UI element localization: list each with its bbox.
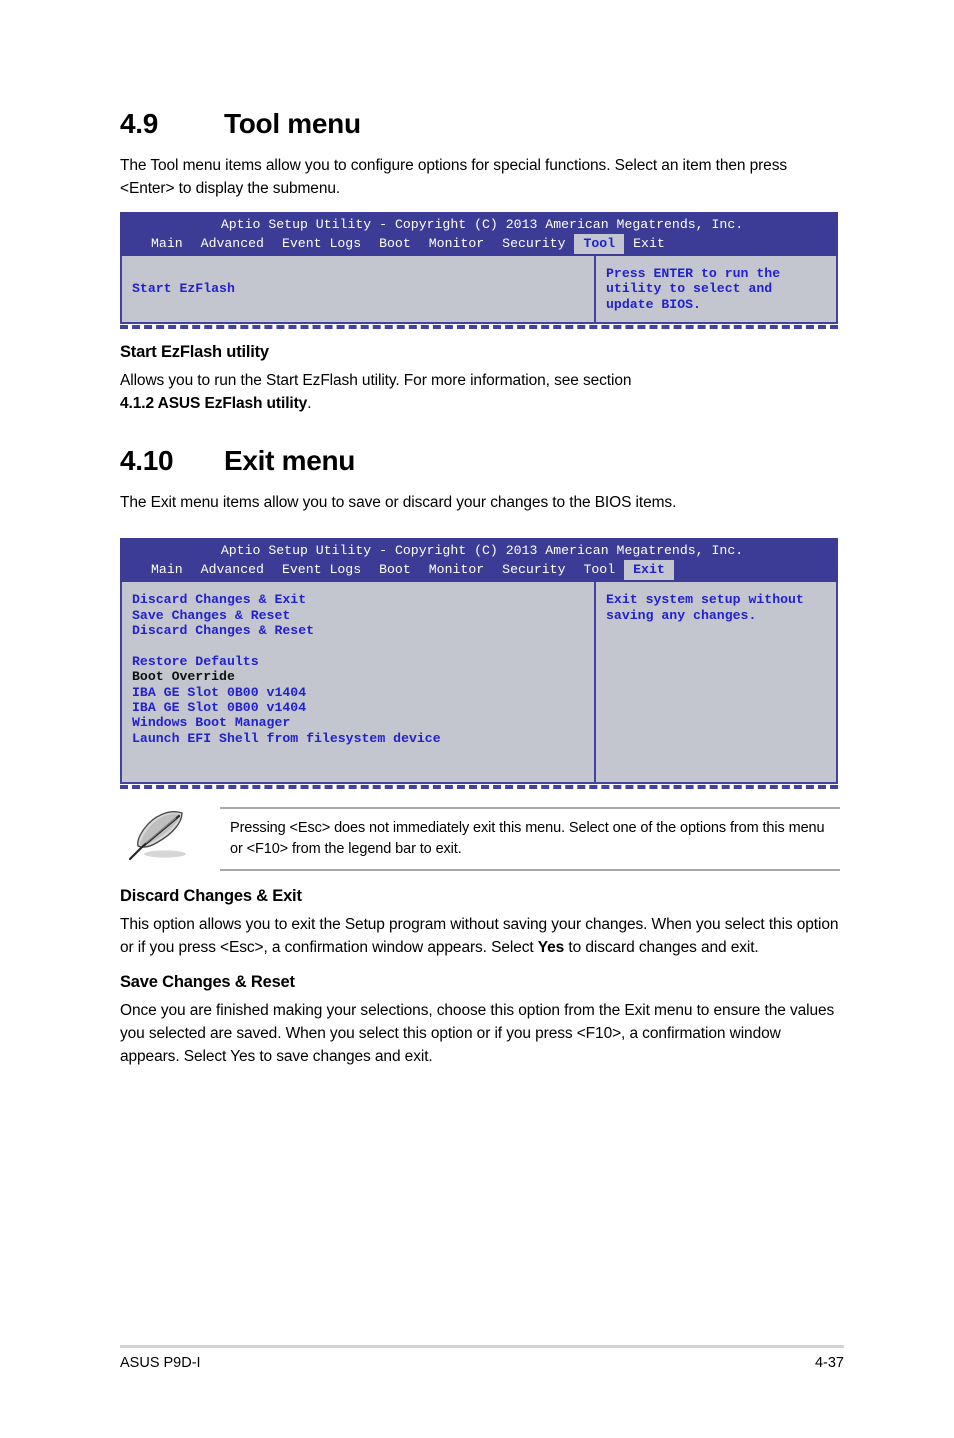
page-footer: ASUS P9D-I 4-37 xyxy=(120,1345,844,1371)
discard-text-part2: to discard changes and exit. xyxy=(564,939,759,957)
bios-help-panel-tool: Press ENTER to run the utility to select… xyxy=(596,256,836,322)
sub-heading-discard-changes-exit: Discard Changes & Exit xyxy=(120,887,302,906)
bios-body-tool: Start EzFlash Press ENTER to run the uti… xyxy=(120,256,838,325)
discard-description: This option allows you to exit the Setup… xyxy=(120,913,840,959)
bios-help-text-exit: Exit system setup without saving any cha… xyxy=(606,592,804,623)
bios-header-tool: Aptio Setup Utility - Copyright (C) 2013… xyxy=(120,212,838,256)
bios-tab-advanced[interactable]: Advanced xyxy=(192,234,273,254)
bios-tab-bar-tool: Main Advanced Event Logs Boot Monitor Se… xyxy=(120,234,838,254)
discard-yes-emphasis: Yes xyxy=(537,939,565,957)
bios-help-panel-exit: Exit system setup without saving any cha… xyxy=(596,582,836,782)
section-heading-exit-menu: 4.10 Exit menu xyxy=(120,445,840,477)
bios-tab-bar-exit: Main Advanced Event Logs Boot Monitor Se… xyxy=(120,560,838,581)
bios-tab-security[interactable]: Security xyxy=(493,560,574,580)
bios-menu-item-start-ezflash[interactable]: Start EzFlash xyxy=(132,281,235,296)
bios-title-tool: Aptio Setup Utility - Copyright (C) 2013… xyxy=(220,217,744,232)
bios-tab-main[interactable]: Main xyxy=(142,560,192,580)
bios-tab-boot[interactable]: Boot xyxy=(370,560,420,580)
bios-exit-options[interactable]: Discard Changes & Exit Save Changes & Re… xyxy=(132,592,586,669)
section-title-exit: Exit menu xyxy=(224,445,356,477)
bios-tab-exit[interactable]: Exit xyxy=(624,560,674,581)
section-number: 4.9 xyxy=(120,108,159,139)
bios-item-list-tool: Start EzFlash xyxy=(122,256,596,323)
note-text: Pressing <Esc> does not immediately exit… xyxy=(230,820,825,858)
bios-tab-main[interactable]: Main xyxy=(142,234,192,254)
ezflash-description-line1: Allows you to run the Start EzFlash util… xyxy=(120,372,632,390)
bios-title-exit: Aptio Setup Utility - Copyright (C) 2013… xyxy=(220,543,744,559)
bios-crop-dashed-line-exit xyxy=(120,785,838,790)
bios-tab-tool[interactable]: Tool xyxy=(574,560,624,580)
section-heading-tool-menu: 4.9 Tool menu xyxy=(120,108,840,140)
ezflash-section-reference: 4.1.2 ASUS EzFlash utility xyxy=(120,395,308,413)
bios-boot-override-entries[interactable]: IBA GE Slot 0B00 v1404 IBA GE Slot 0B00 … xyxy=(132,685,586,731)
bios-tab-advanced[interactable]: Advanced xyxy=(192,560,273,580)
bios-tab-monitor[interactable]: Monitor xyxy=(420,234,493,254)
bios-tab-boot[interactable]: Boot xyxy=(370,234,420,254)
bios-tab-tool[interactable]: Tool xyxy=(574,234,625,254)
bios-boot-override-label: Boot Override xyxy=(132,669,235,685)
footer-product-name: ASUS P9D-I xyxy=(120,1355,201,1371)
bios-help-text-tool: Press ENTER to run the utility to select… xyxy=(606,266,781,312)
bios-crop-dashed-line-tool xyxy=(120,325,838,330)
section-number-exit: 4.10 xyxy=(120,445,174,477)
ezflash-period: . xyxy=(307,395,312,413)
bios-tab-security[interactable]: Security xyxy=(493,234,574,254)
note-body: Pressing <Esc> does not immediately exit… xyxy=(220,807,840,872)
sub-heading-start-ezflash-utility: Start EzFlash utility xyxy=(120,343,269,362)
section-title: Tool menu xyxy=(224,108,361,139)
bios-body-exit: Discard Changes & Exit Save Changes & Re… xyxy=(120,582,838,785)
bios-item-list-exit: Discard Changes & Exit Save Changes & Re… xyxy=(122,582,596,783)
bios-tab-exit[interactable]: Exit xyxy=(624,234,674,254)
bios-header-exit: Aptio Setup Utility - Copyright (C) 2013… xyxy=(120,538,838,583)
page-content: 4.9 Tool menu The Tool menu items allow … xyxy=(120,108,840,1078)
quill-pen-icon xyxy=(120,807,220,863)
save-description: Once you are finished making your select… xyxy=(120,1002,835,1066)
document-page: 4.9 Tool menu The Tool menu items allow … xyxy=(0,0,954,1438)
bios-tab-event-logs[interactable]: Event Logs xyxy=(273,560,370,580)
section-intro-tool: The Tool menu items allow you to configu… xyxy=(120,157,788,197)
footer-page-number: 4-37 xyxy=(814,1355,844,1371)
section-intro-exit: The Exit menu items allow you to save or… xyxy=(120,494,677,512)
sub-heading-save-changes-reset: Save Changes & Reset xyxy=(120,973,295,992)
bios-launch-efi-shell[interactable]: Launch EFI Shell from filesystem device xyxy=(132,731,586,746)
bios-tab-event-logs[interactable]: Event Logs xyxy=(273,234,370,254)
note-callout: Pressing <Esc> does not immediately exit… xyxy=(120,807,840,872)
ezflash-description: Allows you to run the Start EzFlash util… xyxy=(120,369,840,415)
bios-tab-monitor[interactable]: Monitor xyxy=(420,560,493,580)
bios-screenshot-tool-menu: Aptio Setup Utility - Copyright (C) 2013… xyxy=(120,212,838,330)
bios-screenshot-exit-menu: Aptio Setup Utility - Copyright (C) 2013… xyxy=(120,538,838,790)
